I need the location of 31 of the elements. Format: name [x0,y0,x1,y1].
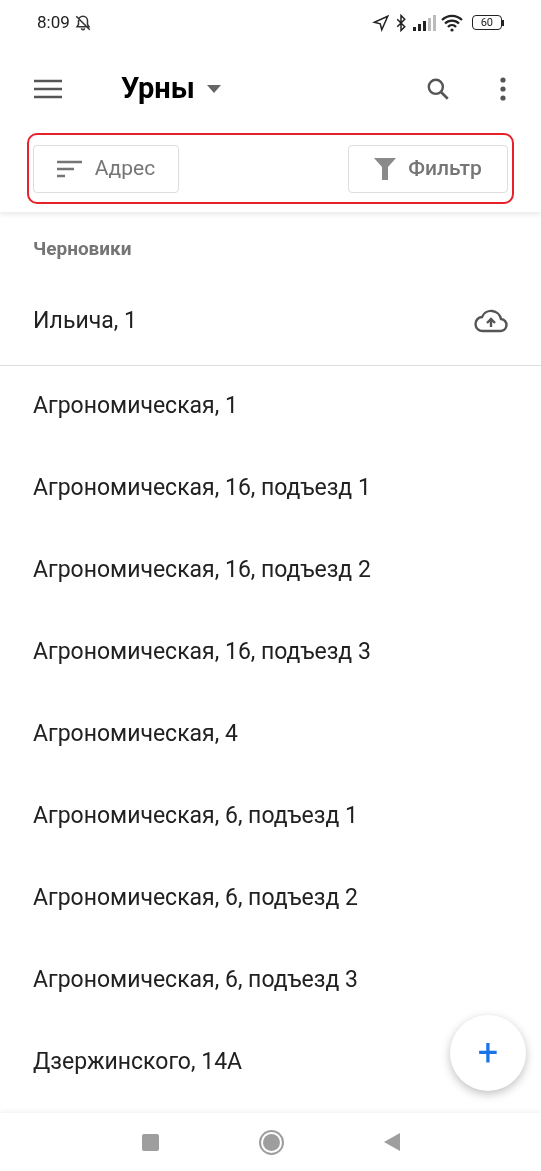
list-item[interactable]: Агрономическая, 4 [33,717,238,752]
draft-row[interactable]: Ильича, 1 [0,277,541,366]
list-item[interactable]: Агрономическая, 16, подъезд 3 [33,635,371,670]
list-item[interactable]: Агрономическая, 6, подъезд 2 [33,881,358,916]
status-time: 8:09 [37,10,70,34]
sort-icon [56,159,83,178]
section-header: Черновики [32,236,133,262]
wifi-icon [439,13,464,32]
battery-icon: 60 [471,15,504,30]
dropdown-caret-icon[interactable] [206,85,221,93]
home-icon[interactable] [258,1129,284,1155]
list-item[interactable]: Агрономическая, 6, подъезд 3 [33,963,358,998]
sort-button[interactable]: Адрес [33,144,179,193]
menu-icon[interactable] [34,79,62,99]
filter-icon [374,157,397,180]
screen-title[interactable]: Урны [121,67,195,111]
cloud-upload-icon[interactable] [474,309,508,333]
add-button[interactable]: + [450,1015,526,1091]
recents-icon[interactable] [141,1133,159,1151]
more-options-icon[interactable] [499,77,507,101]
list-item[interactable]: Агрономическая, 16, подъезд 2 [33,553,371,588]
search-icon[interactable] [425,76,451,102]
back-icon[interactable] [383,1133,400,1151]
list-item[interactable]: Агрономическая, 16, подъезд 1 [33,471,371,506]
list-item[interactable]: Агрономическая, 1 [33,389,238,424]
location-icon [371,13,390,32]
signal-icon [411,14,436,31]
filter-button[interactable]: Фильтр [348,144,508,193]
muted-bell-icon [73,13,92,32]
list-item[interactable]: Агрономическая, 6, подъезд 1 [33,799,358,834]
list-item[interactable]: Дзержинского, 14А [33,1045,243,1080]
